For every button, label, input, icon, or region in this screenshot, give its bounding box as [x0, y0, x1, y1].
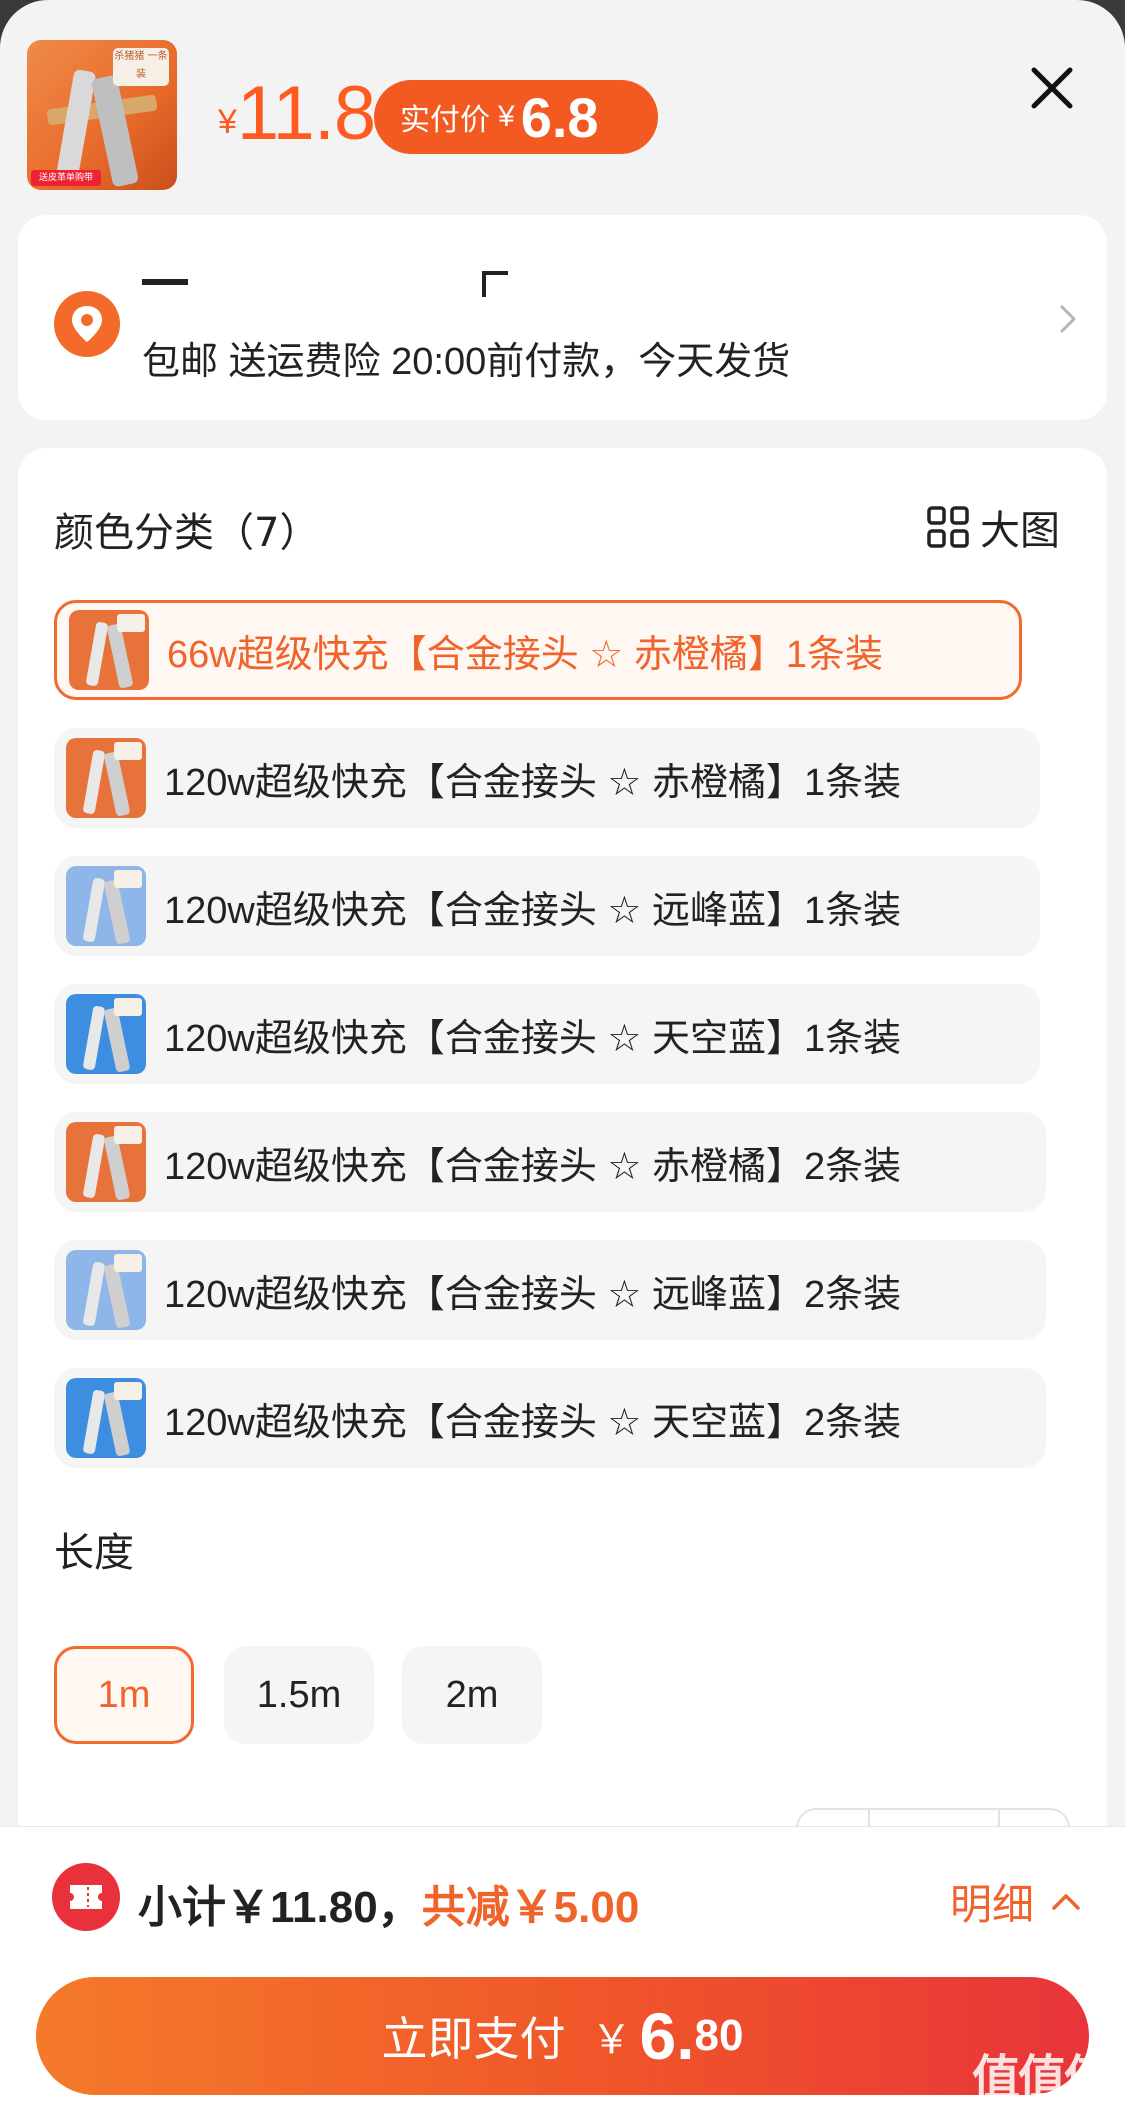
discount-amount: 共减￥5.00 — [421, 1883, 640, 1932]
color-option[interactable]: 120w超级快充【合金接头 ☆ 赤橙橘】2条装 — [54, 1112, 1046, 1212]
close-button[interactable] — [1026, 62, 1078, 114]
thumbnail-tag: 杀猪猪 一条装 — [113, 48, 169, 86]
color-option[interactable]: 120w超级快充【合金接头 ☆ 远峰蓝】2条装 — [54, 1240, 1046, 1340]
color-section-title: 颜色分类（7） — [54, 510, 320, 556]
location-pin-icon — [54, 291, 120, 357]
option-thumbnail — [66, 994, 146, 1074]
big-image-toggle[interactable]: 大图 — [926, 498, 1060, 556]
thumbnail-badge: 送皮革单购带 — [31, 170, 101, 186]
address-name-redacted — [142, 265, 542, 297]
sku-selection-sheet: 杀猪猪 一条装 送皮革单购带 ¥11.8 实付价 ¥ 6.8 包邮 送运费险 2… — [0, 0, 1125, 2121]
option-thumbnail — [66, 1250, 146, 1330]
subtotal-summary: 小计￥11.80，共减￥5.00 — [138, 1883, 640, 1932]
length-section-title: 长度 — [54, 1530, 134, 1576]
options-card: 颜色分类（7） 大图 66w超级快充【合金接头 ☆ 赤橙橘】1条装 120w超级… — [18, 448, 1107, 1850]
grid-icon — [927, 506, 969, 548]
shipping-info: 包邮 送运费险 20:00前付款，今天发货 — [142, 341, 791, 383]
watermark-url: zhizhizhi.com — [972, 2096, 1057, 2112]
option-thumbnail — [66, 1122, 146, 1202]
option-thumbnail — [66, 866, 146, 946]
length-option-1m[interactable]: 1m — [54, 1646, 194, 1744]
actual-price-pill: 实付价 ¥ 6.8 — [374, 80, 658, 154]
length-option-1-5m[interactable]: 1.5m — [224, 1646, 374, 1744]
color-option[interactable]: 120w超级快充【合金接头 ☆ 远峰蓝】1条装 — [54, 856, 1040, 956]
original-price: ¥11.8 — [218, 71, 376, 156]
color-option[interactable]: 120w超级快充【合金接头 ☆ 天空蓝】2条装 — [54, 1368, 1046, 1468]
option-thumbnail — [66, 1378, 146, 1458]
address-card[interactable]: 包邮 送运费险 20:00前付款，今天发货 — [18, 215, 1107, 420]
length-option-2m[interactable]: 2m — [402, 1646, 542, 1744]
color-option[interactable]: 120w超级快充【合金接头 ☆ 赤橙橘】1条装 — [54, 728, 1040, 828]
close-icon — [1031, 67, 1073, 109]
color-option[interactable]: 66w超级快充【合金接头 ☆ 赤橙橘】1条装 — [54, 600, 1022, 700]
chevron-right-icon — [1048, 299, 1088, 339]
product-thumbnail[interactable]: 杀猪猪 一条装 送皮革单购带 — [27, 40, 177, 190]
price-detail-toggle[interactable]: 明细 — [950, 1871, 1084, 1932]
chevron-up-icon — [1052, 1893, 1080, 1910]
coupon-icon — [52, 1863, 120, 1931]
sheet-header: 杀猪猪 一条装 送皮革单购带 ¥11.8 实付价 ¥ 6.8 — [0, 0, 1125, 210]
pay-now-button[interactable]: 立即支付 ￥ 6. 80 — [36, 1977, 1089, 2095]
option-thumbnail — [66, 738, 146, 818]
color-option[interactable]: 120w超级快充【合金接头 ☆ 天空蓝】1条装 — [54, 984, 1040, 1084]
option-thumbnail — [69, 610, 149, 690]
bottom-checkout-bar: 小计￥11.80，共减￥5.00 明细 立即支付 ￥ 6. 80 — [0, 1826, 1125, 2121]
